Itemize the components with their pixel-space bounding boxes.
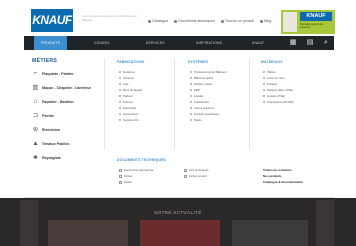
main-nav: Produits Conseil Services Inspirations K… xyxy=(24,36,334,50)
col1-item[interactable]: Système KG xyxy=(119,118,139,122)
col1-item[interactable]: Sols xyxy=(119,82,128,86)
col1-item[interactable]: Isolations xyxy=(119,70,135,74)
col2-item[interactable]: Professionnel du Bâtiment xyxy=(190,70,227,74)
top-bar: KNAUF Lorem ipsum solutions pour la cons… xyxy=(24,7,335,37)
top-links: Catalogue Documents techniques Trouver u… xyxy=(148,19,271,23)
divider xyxy=(174,58,175,150)
search-icon[interactable]: ⌕ xyxy=(322,39,330,47)
tree-icon: ♣ xyxy=(33,154,38,161)
brick-icon: ▥ xyxy=(32,84,39,91)
promo-text: Nouvelle gamme de solutions xyxy=(300,23,324,30)
link-products[interactable]: Nos produits xyxy=(263,174,282,178)
col3-item[interactable]: Isolants (PSE) xyxy=(263,94,285,98)
nav-conseil[interactable]: Conseil xyxy=(94,36,110,50)
docs-checkbox[interactable]: Fiches produit xyxy=(184,174,207,178)
col1-item[interactable]: Accessoires xyxy=(119,112,138,116)
news-card[interactable] xyxy=(140,220,220,246)
tagline: Lorem ipsum solutions pour la constructi… xyxy=(82,15,137,22)
col-materiaux-title: MATÉRIAUX xyxy=(261,60,283,64)
promo-image xyxy=(283,12,297,32)
col1-item[interactable]: Etanchéité xyxy=(119,106,136,110)
catalog-icon xyxy=(148,19,151,23)
col2-item[interactable]: Collectivités xyxy=(190,100,209,104)
col2-item[interactable]: Autres solutions xyxy=(190,106,214,110)
docs-checkbox[interactable]: Avis techniques xyxy=(184,168,209,172)
col1-item[interactable]: Plafond xyxy=(119,94,133,98)
docs-checkbox[interactable]: Notice xyxy=(119,180,132,184)
nav-services[interactable]: Services xyxy=(146,36,165,50)
col3-item[interactable]: Laine de verre xyxy=(263,76,285,80)
news-card[interactable] xyxy=(232,220,308,246)
side-shade-left xyxy=(20,200,38,246)
house-icon: ⌂ xyxy=(33,98,38,105)
promo-banner[interactable]: KNAUF Nouvelle gamme de solutions xyxy=(281,10,335,34)
nav-knauf[interactable]: Knauf xyxy=(252,36,265,50)
metier-electricien[interactable]: ⊛ Electricien xyxy=(32,125,60,134)
col2-item[interactable]: Packs xyxy=(190,118,202,122)
cart-icon[interactable]: ▤ xyxy=(306,39,314,47)
grid-icon[interactable]: ▦ xyxy=(289,39,297,47)
trowel-icon: ⌐ xyxy=(33,70,38,77)
nav-produits[interactable]: Produits xyxy=(34,36,68,50)
docs-checkbox[interactable]: Fiches xyxy=(119,174,132,178)
col3-item[interactable]: Plâtres xyxy=(263,70,276,74)
blog-icon xyxy=(260,19,264,23)
top-link-find[interactable]: Trouver un produit xyxy=(220,19,254,23)
locate-icon xyxy=(220,19,224,23)
col1-item[interactable]: Murs de façade xyxy=(119,88,142,92)
news-card[interactable] xyxy=(48,220,128,246)
knauf-logo[interactable]: KNAUF xyxy=(31,9,73,32)
checkbox[interactable] xyxy=(184,168,187,172)
divider xyxy=(104,58,105,150)
col1-item[interactable]: Cloisons xyxy=(119,76,134,80)
checkbox[interactable] xyxy=(119,168,122,172)
divider xyxy=(249,58,250,150)
docs-title: DOCUMENTS TECHNIQUES xyxy=(117,158,167,162)
top-link-catalogue[interactable]: Catalogue xyxy=(148,19,168,23)
col1-item[interactable]: Toitures xyxy=(119,100,133,104)
checkbox[interactable] xyxy=(119,180,122,184)
col3-item[interactable]: Polystyrène (PU/PIR) xyxy=(263,100,294,104)
col2-item[interactable]: Produits spécifiques xyxy=(190,112,219,116)
top-link-blog[interactable]: Blog xyxy=(260,19,271,23)
link-catalogue-docs[interactable]: Catalogue & Documentation xyxy=(263,180,303,184)
col2-item[interactable]: Enduits xyxy=(190,94,203,98)
metier-plaquiste[interactable]: ⌐ Plaquiste - Platrier xyxy=(32,69,74,78)
top-link-docs[interactable]: Documents techniques xyxy=(174,19,215,23)
metiers-title: MÉTIERS xyxy=(32,58,58,64)
col2-item[interactable]: Bâtiment public xyxy=(190,76,213,80)
col-systemes-title: SYSTÈMES xyxy=(188,60,209,64)
side-shade-right xyxy=(316,200,334,246)
col2-item[interactable]: Mobilier urbain xyxy=(190,82,212,86)
nav-inspirations[interactable]: Inspirations xyxy=(196,36,222,50)
promo-brand: KNAUF xyxy=(300,12,332,21)
news-title: NOTRE ACTUALITÉ xyxy=(154,210,202,215)
plug-icon: ⊛ xyxy=(32,126,39,133)
metier-peintre[interactable]: ⊐ Peintre xyxy=(32,111,54,120)
docs-checkbox[interactable]: Documents d'entreprise xyxy=(119,168,153,172)
col3-item[interactable]: Plaques plâtre (PSE) xyxy=(263,88,293,92)
mega-menu: MÉTIERS ⌐ Plaquiste - Platrier ▥ Maçon - C… xyxy=(24,50,334,198)
metier-travaux-publics[interactable]: ▲ Travaux Publics xyxy=(32,139,69,148)
metier-macon[interactable]: ▥ Maçon - Chapiste - Carreleur xyxy=(32,83,91,92)
link-all-solutions[interactable]: Toutes les solutions xyxy=(263,168,292,172)
col-fabrications-title: FABRICATIONS xyxy=(117,60,145,64)
roller-icon: ⊐ xyxy=(32,112,39,119)
cone-icon: ▲ xyxy=(32,140,39,147)
col3-item[interactable]: Plaques xyxy=(263,82,277,86)
col2-item[interactable]: ERP xyxy=(190,88,200,92)
metier-paysagiste[interactable]: ♣ Paysagiste xyxy=(32,153,60,162)
metier-facadier[interactable]: ⌂ Façadier - Bardeur xyxy=(32,97,74,106)
checkbox[interactable] xyxy=(184,174,187,178)
checkbox[interactable] xyxy=(119,174,122,178)
doc-icon xyxy=(174,19,178,23)
